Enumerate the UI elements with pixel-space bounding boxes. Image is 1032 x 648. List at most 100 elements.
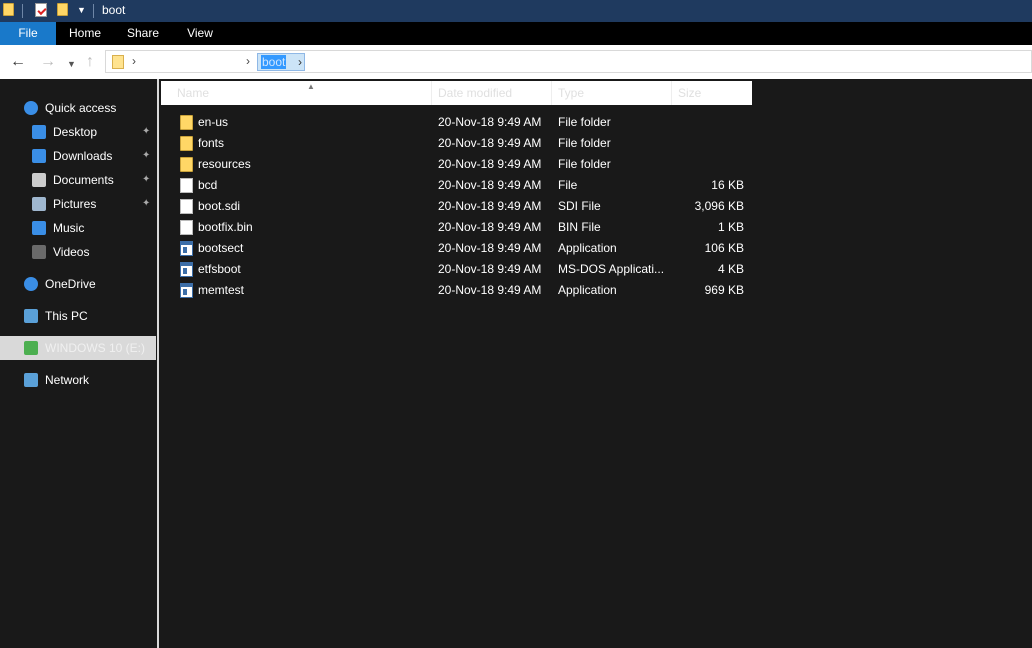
file-date-modified: 20-Nov-18 9:49 AM xyxy=(438,283,542,297)
sidebar-item-documents[interactable]: Documents ✦ xyxy=(0,168,156,192)
computer-icon xyxy=(24,309,38,323)
application-icon xyxy=(180,283,193,298)
chevron-down-icon[interactable]: ▼ xyxy=(77,5,86,15)
sidebar-item-label: Pictures xyxy=(53,197,97,211)
file-icon xyxy=(180,178,193,193)
tab-view[interactable]: View xyxy=(172,22,228,45)
cloud-icon xyxy=(24,277,38,291)
pin-icon[interactable]: ✦ xyxy=(142,144,150,168)
file-type: SDI File xyxy=(558,199,601,213)
sidebar-item-label: Documents xyxy=(53,173,114,187)
sidebar-item-label: Music xyxy=(53,221,85,235)
forward-arrow-icon[interactable]: → xyxy=(40,54,56,70)
file-icon xyxy=(180,199,193,214)
chevron-right-icon[interactable]: › xyxy=(246,54,250,68)
folder-icon xyxy=(180,115,193,130)
file-name: bootfix.bin xyxy=(198,220,253,234)
file-type: BIN File xyxy=(558,220,601,234)
sidebar-item-desktop[interactable]: Desktop ✦ xyxy=(0,120,156,144)
sidebar-item-label: WINDOWS 10 (E:) xyxy=(45,341,146,355)
sidebar-item-label: Desktop xyxy=(53,125,98,139)
documents-icon xyxy=(32,173,46,187)
recent-locations-chevron-icon[interactable]: ▼ xyxy=(67,56,76,72)
back-arrow-icon[interactable]: ← xyxy=(10,54,26,70)
application-icon xyxy=(180,262,193,277)
file-date-modified: 20-Nov-18 9:49 AM xyxy=(438,115,542,129)
up-arrow-icon[interactable]: ↑ xyxy=(86,54,94,70)
file-row[interactable]: boot.sdi 20-Nov-18 9:49 AM SDI File 3,096 K… xyxy=(161,196,761,217)
file-name: fonts xyxy=(198,136,225,150)
properties-icon[interactable] xyxy=(35,3,47,17)
address-bar[interactable]: › › boot › xyxy=(105,50,1032,73)
star-icon xyxy=(24,101,38,115)
folder-icon xyxy=(3,3,14,16)
file-icon xyxy=(180,220,193,235)
column-type[interactable]: Type xyxy=(552,81,672,105)
column-date-modified[interactable]: Date modified xyxy=(432,81,552,105)
file-date-modified: 20-Nov-18 9:49 AM xyxy=(438,136,542,150)
drive-icon xyxy=(24,341,38,355)
pane-divider[interactable] xyxy=(157,79,159,648)
file-type: File folder xyxy=(558,157,611,171)
application-icon xyxy=(180,241,193,256)
file-date-modified: 20-Nov-18 9:49 AM xyxy=(438,157,542,171)
tab-home[interactable]: Home xyxy=(56,22,114,45)
column-date-label: Date modified xyxy=(438,86,513,100)
file-row[interactable]: bootsect 20-Nov-18 9:49 AM Application 106 … xyxy=(161,238,761,259)
address-segment-label: boot xyxy=(261,55,287,69)
file-name: resources xyxy=(198,157,251,171)
file-size: 1 KB xyxy=(717,220,744,234)
file-row[interactable]: bootfix.bin 20-Nov-18 9:49 AM BIN File 1 KB xyxy=(161,217,761,238)
sidebar-item-label: Downloads xyxy=(53,149,113,163)
file-type: Application xyxy=(558,241,617,255)
column-size[interactable]: Size xyxy=(672,81,752,105)
file-size: 4 KB xyxy=(717,262,744,276)
pictures-icon xyxy=(32,197,46,211)
file-row[interactable]: etfsboot 20-Nov-18 9:49 AM MS-DOS Applicat… xyxy=(161,259,761,280)
column-name-label: Name xyxy=(177,86,210,100)
sidebar-item-label: This PC xyxy=(45,309,88,323)
navigation-bar: ← → ▼ ↑ › › boot › xyxy=(0,45,1032,79)
file-name: bcd xyxy=(198,178,218,192)
file-row[interactable]: fonts 20-Nov-18 9:49 AM File folder xyxy=(161,133,761,154)
sidebar-item-windows-10-e[interactable]: WINDOWS 10 (E:) xyxy=(0,336,156,360)
file-row[interactable]: resources 20-Nov-18 9:49 AM File folder xyxy=(161,154,761,175)
file-size: 3,096 KB xyxy=(694,199,744,213)
file-type: File folder xyxy=(558,136,611,150)
sidebar-item-label: Network xyxy=(45,373,90,387)
separator xyxy=(22,4,23,18)
file-name: en-us xyxy=(198,115,229,129)
new-folder-icon[interactable] xyxy=(57,3,68,16)
column-header: Name ▲ Date modified Type Size xyxy=(161,81,752,105)
sidebar-item-videos[interactable]: Videos xyxy=(0,240,156,264)
file-name: memtest xyxy=(198,283,245,297)
tab-file[interactable]: File xyxy=(0,22,56,45)
file-row[interactable]: bcd 20-Nov-18 9:49 AM File 16 KB xyxy=(161,175,761,196)
sidebar-item-onedrive[interactable]: OneDrive xyxy=(0,272,156,296)
desktop-icon xyxy=(32,125,46,139)
sidebar-item-downloads[interactable]: Downloads ✦ xyxy=(0,144,156,168)
sidebar-item-network[interactable]: Network xyxy=(0,368,156,392)
chevron-right-icon[interactable]: › xyxy=(298,55,302,69)
column-name[interactable]: Name ▲ xyxy=(171,81,432,105)
pin-icon[interactable]: ✦ xyxy=(142,192,150,216)
chevron-right-icon[interactable]: › xyxy=(132,54,136,68)
sidebar-item-label: Quick access xyxy=(45,101,117,115)
pin-icon[interactable]: ✦ xyxy=(142,168,150,192)
file-row[interactable]: memtest 20-Nov-18 9:49 AM Application 969 K… xyxy=(161,280,761,301)
file-date-modified: 20-Nov-18 9:49 AM xyxy=(438,220,542,234)
sidebar-item-music[interactable]: Music xyxy=(0,216,156,240)
file-row[interactable]: en-us 20-Nov-18 9:49 AM File folder xyxy=(161,112,761,133)
sidebar-item-label: Videos xyxy=(53,245,90,259)
file-type: Application xyxy=(558,283,617,297)
sidebar-item-this-pc[interactable]: This PC xyxy=(0,304,156,328)
sidebar-item-quick-access[interactable]: Quick access xyxy=(0,96,156,120)
file-date-modified: 20-Nov-18 9:49 AM xyxy=(438,241,542,255)
address-segment-boot[interactable]: boot › xyxy=(257,53,305,71)
tab-share[interactable]: Share xyxy=(114,22,172,45)
folder-icon xyxy=(112,55,124,69)
column-size-label: Size xyxy=(678,86,702,100)
file-date-modified: 20-Nov-18 9:49 AM xyxy=(438,178,542,192)
sidebar-item-pictures[interactable]: Pictures ✦ xyxy=(0,192,156,216)
pin-icon[interactable]: ✦ xyxy=(142,120,150,144)
